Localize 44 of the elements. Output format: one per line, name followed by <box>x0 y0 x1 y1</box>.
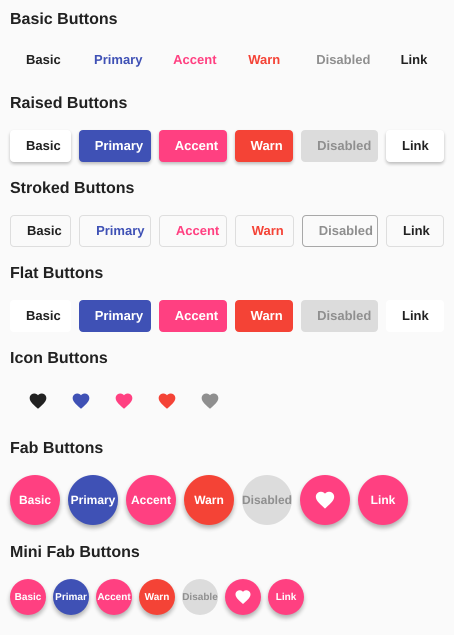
outlined-button[interactable]: Link <box>386 215 444 247</box>
heart-icon <box>71 391 91 411</box>
button[interactable]: Accent <box>158 300 227 332</box>
text-button[interactable]: Basic <box>10 42 70 78</box>
button[interactable]: Warn <box>234 130 294 162</box>
button[interactable]: Link <box>386 130 444 162</box>
section-heading: Fab Buttons <box>10 439 104 459</box>
button[interactable]: Basic <box>10 130 71 162</box>
round-button[interactable]: Link <box>268 579 304 615</box>
section-heading: Mini Fab Buttons <box>10 543 141 563</box>
heart-icon <box>234 588 252 606</box>
round-button[interactable]: Warn <box>184 475 234 525</box>
heart-icon <box>314 489 336 511</box>
text-button[interactable]: Primary <box>78 42 150 78</box>
text-button[interactable]: Warn <box>232 42 292 78</box>
round-button[interactable]: Primar <box>53 579 89 615</box>
section-heading: Basic Buttons <box>10 10 119 30</box>
button[interactable]: Accent <box>158 130 227 162</box>
heart-icon <box>200 391 220 411</box>
heart-icon <box>157 391 177 411</box>
round-button[interactable]: Primary <box>68 475 118 525</box>
text-button[interactable]: Accent <box>157 42 224 78</box>
button[interactable]: Warn <box>234 300 294 332</box>
button[interactable]: Primary <box>78 130 151 162</box>
round-button[interactable]: Basic <box>10 475 60 525</box>
round-button[interactable]: Link <box>358 475 408 525</box>
section-heading: Raised Buttons <box>10 94 128 114</box>
outlined-button[interactable]: Basic <box>10 215 72 247</box>
round-button[interactable]: Accent <box>96 579 132 615</box>
round-button[interactable]: Basic <box>10 579 46 615</box>
heart-icon <box>114 391 134 411</box>
outlined-button[interactable]: Warn <box>234 215 294 247</box>
section-heading: Flat Buttons <box>10 264 104 284</box>
section-heading: Stroked Buttons <box>10 179 136 199</box>
section-heading: Icon Buttons <box>10 349 109 369</box>
outlined-button[interactable]: Accent <box>158 215 227 247</box>
outlined-button[interactable]: Primary <box>79 215 151 247</box>
heart-icon <box>28 391 48 411</box>
button[interactable]: Link <box>386 300 444 332</box>
button[interactable]: Primary <box>78 300 151 332</box>
round-button[interactable]: Warn <box>139 579 175 615</box>
text-button[interactable]: Link <box>384 42 444 78</box>
round-button[interactable]: Accent <box>126 475 176 525</box>
button[interactable]: Basic <box>10 300 71 332</box>
